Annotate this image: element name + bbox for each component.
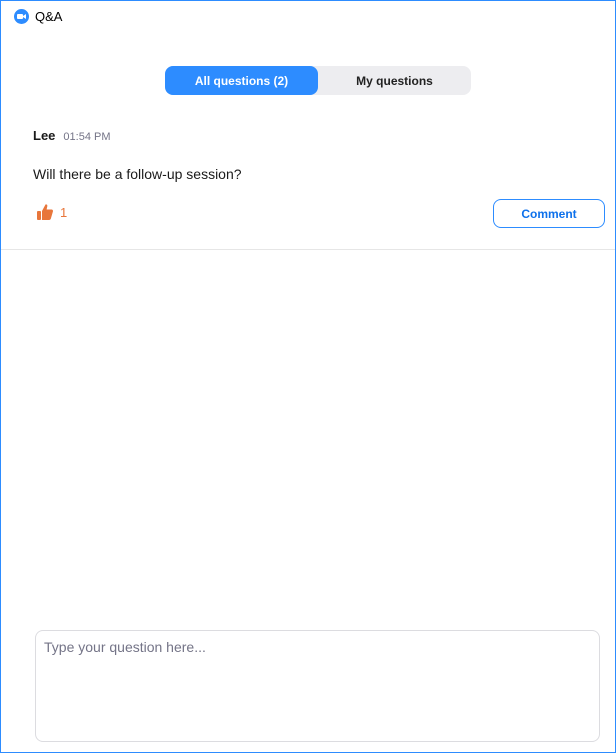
question-filter-tabs: All questions (2) My questions xyxy=(165,66,471,95)
question-text: Will there be a follow-up session? xyxy=(33,166,242,182)
tab-my-questions[interactable]: My questions xyxy=(318,66,471,95)
qa-window: Q&A All questions (2) My questions Lee 0… xyxy=(0,0,616,753)
question-time: 01:54 PM xyxy=(63,131,111,143)
comment-button[interactable]: Comment xyxy=(493,199,605,228)
like-button[interactable]: 1 xyxy=(36,203,67,221)
like-count: 1 xyxy=(60,204,68,220)
question-item: Lee 01:54 PM Will there be a follow-up s… xyxy=(1,116,615,250)
question-meta: Lee 01:54 PM xyxy=(33,128,111,143)
question-input[interactable] xyxy=(35,630,600,742)
question-author: Lee xyxy=(33,128,56,143)
tab-all-questions[interactable]: All questions (2) xyxy=(165,66,318,95)
zoom-camera-icon xyxy=(14,8,29,24)
title-bar[interactable]: Q&A xyxy=(1,0,615,31)
thumbs-up-icon xyxy=(36,203,54,221)
window-title: Q&A xyxy=(35,8,63,24)
